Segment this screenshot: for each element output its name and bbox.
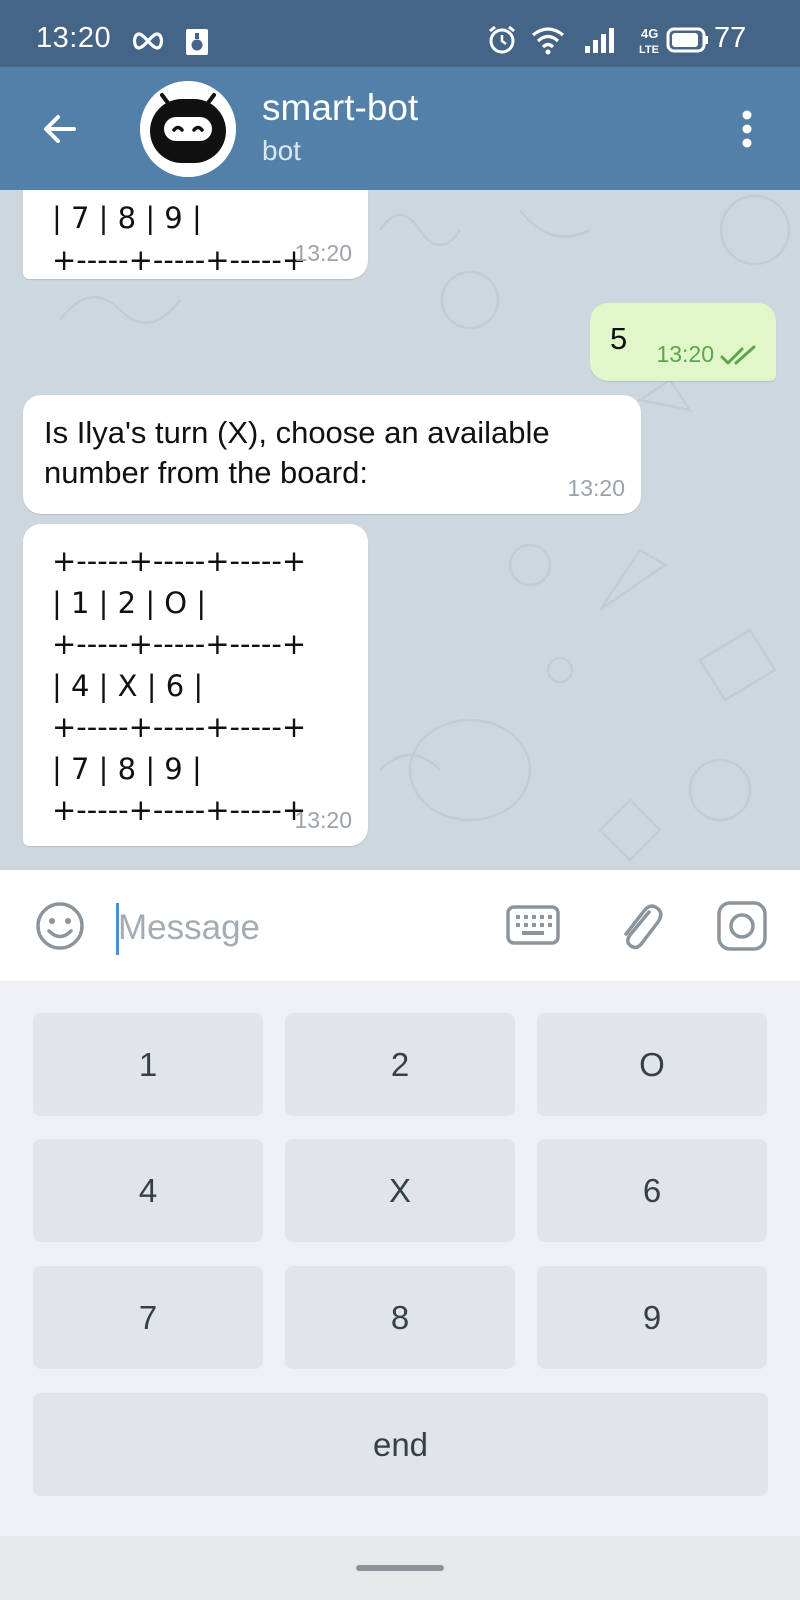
svg-text:LTE: LTE bbox=[639, 44, 659, 56]
message-text: Is Ilya's turn (X), choose an available … bbox=[44, 413, 550, 493]
board-line: | 7 | 8 | 9 | bbox=[52, 751, 202, 786]
keyboard-button-5[interactable]: X bbox=[285, 1139, 515, 1242]
board-line: | 4 | X | 6 | bbox=[52, 668, 204, 703]
keyboard-button-9[interactable]: 9 bbox=[537, 1266, 767, 1369]
board-line: | 1 | 2 | O | bbox=[52, 585, 207, 620]
message-bubble-bot[interactable]: | 7 | 8 | 9 | +-----+-----+-----+ 13:20 bbox=[23, 190, 368, 279]
keyboard-icon[interactable] bbox=[506, 902, 560, 948]
keyboard-button-1[interactable]: 1 bbox=[33, 1013, 263, 1116]
signal-icon bbox=[585, 28, 614, 53]
message-time: 13:20 bbox=[294, 240, 352, 266]
status-bar: 13:20 4G LTE 77 bbox=[0, 0, 800, 67]
alarm-icon bbox=[489, 25, 515, 54]
message-bubble-user[interactable]: 5 13:20 bbox=[590, 303, 776, 381]
keyboard-button-6[interactable]: 6 bbox=[537, 1139, 767, 1242]
keyboard-button-8[interactable]: 8 bbox=[285, 1266, 515, 1369]
chat-header: smart-bot bot bbox=[0, 67, 800, 190]
keyboard-button-2[interactable]: 2 bbox=[285, 1013, 515, 1116]
robot-icon bbox=[140, 81, 236, 177]
home-gesture-handle[interactable] bbox=[356, 1565, 444, 1571]
board-line: +-----+-----+-----+ bbox=[52, 544, 307, 578]
board-line: +-----+-----+-----+ bbox=[52, 793, 307, 827]
message-composer bbox=[0, 870, 800, 981]
board-text: | 7 | 8 | 9 | +-----+-----+-----+ bbox=[52, 198, 306, 281]
bot-keyboard: 1 2 O 4 X 6 7 8 9 end bbox=[0, 981, 800, 1536]
more-vert-icon[interactable] bbox=[735, 105, 759, 153]
board-line: | 7 | 8 | 9 | bbox=[52, 201, 202, 235]
keyboard-button-end[interactable]: end bbox=[33, 1393, 768, 1496]
chat-subtitle: bot bbox=[262, 135, 301, 166]
board-line: +-----+-----+-----+ bbox=[52, 710, 307, 744]
message-text: 5 bbox=[610, 321, 628, 356]
board-text: +-----+-----+-----+ | 1 | 2 | O | +-----… bbox=[52, 541, 306, 832]
battery-level: 77 bbox=[714, 22, 747, 54]
message-bubble-bot[interactable]: +-----+-----+-----+ | 1 | 2 | O | +-----… bbox=[23, 524, 368, 846]
emoji-icon[interactable] bbox=[34, 900, 86, 952]
message-time: 13:20 bbox=[567, 475, 625, 501]
board-line: +-----+-----+-----+ bbox=[52, 242, 307, 277]
network-type-icon: 4G LTE bbox=[639, 26, 659, 56]
infinity-icon bbox=[132, 32, 164, 50]
system-nav-bar bbox=[0, 1536, 800, 1600]
keyboard-button-4[interactable]: 4 bbox=[33, 1139, 263, 1242]
notification-icon bbox=[186, 29, 208, 55]
bot-avatar[interactable] bbox=[140, 81, 236, 177]
svg-text:4G: 4G bbox=[641, 26, 658, 41]
message-time: 13:20 bbox=[656, 341, 714, 367]
back-arrow-icon[interactable] bbox=[38, 107, 82, 151]
message-bubble-bot[interactable]: Is Ilya's turn (X), choose an available … bbox=[23, 395, 641, 514]
message-input[interactable] bbox=[118, 900, 478, 956]
message-time: 13:20 bbox=[294, 807, 352, 833]
double-check-icon bbox=[720, 345, 756, 365]
chat-title: smart-bot bbox=[262, 87, 419, 128]
keyboard-button-3[interactable]: O bbox=[537, 1013, 767, 1116]
message-line: Is Ilya's turn (X), choose an available bbox=[44, 415, 550, 450]
message-list[interactable]: | 7 | 8 | 9 | +-----+-----+-----+ 13:20 … bbox=[0, 190, 800, 870]
attach-icon[interactable] bbox=[616, 898, 666, 954]
status-time: 13:20 bbox=[36, 22, 112, 54]
wifi-icon bbox=[532, 27, 564, 55]
battery-icon bbox=[666, 27, 708, 53]
camera-icon[interactable] bbox=[716, 900, 768, 952]
keyboard-button-7[interactable]: 7 bbox=[33, 1266, 263, 1369]
message-line: number from the board: bbox=[44, 455, 368, 490]
board-line: +-----+-----+-----+ bbox=[52, 627, 307, 661]
